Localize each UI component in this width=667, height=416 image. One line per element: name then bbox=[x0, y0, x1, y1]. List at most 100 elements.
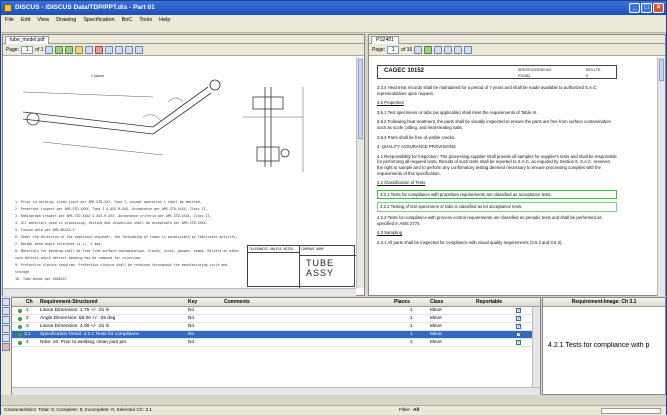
move-up-icon[interactable] bbox=[2, 307, 10, 315]
delete-icon[interactable] bbox=[2, 343, 10, 351]
row-class: Minor bbox=[430, 324, 442, 329]
spec-number-label: SPECIFICATION NO. bbox=[518, 68, 552, 72]
row-ch: 2 bbox=[26, 316, 29, 321]
zoom-in-icon[interactable] bbox=[454, 45, 463, 54]
spec-vscroll[interactable] bbox=[657, 57, 665, 296]
properties-icon[interactable] bbox=[2, 298, 10, 306]
menu-tools[interactable]: Tools bbox=[139, 15, 152, 25]
menu-drawing[interactable]: Drawing bbox=[56, 15, 76, 25]
page-count: of 1 bbox=[35, 46, 44, 53]
row-key: No bbox=[188, 324, 195, 329]
highlighted-requirement[interactable]: 4.2.2 Testing of test specimens or tabs … bbox=[377, 202, 617, 212]
requirement-image-panel: Requirement-Image: Ch 3.1 4.2.1 Tests fo… bbox=[542, 297, 666, 395]
row-places: 1 bbox=[410, 340, 413, 345]
delete-icon[interactable] bbox=[95, 45, 104, 54]
grid-vscroll[interactable] bbox=[532, 307, 540, 387]
page-number-input[interactable]: 1 bbox=[387, 45, 400, 54]
grid-side-toolbar bbox=[1, 297, 11, 395]
pen-icon[interactable] bbox=[85, 45, 94, 54]
add-characteristic-icon[interactable] bbox=[424, 45, 433, 54]
specification-pane: PS2481 Page: 1 of 16 CAGEC 10152 SPECIFI… bbox=[368, 34, 666, 296]
drawing-note: 8. Materials for bending shall be free f… bbox=[15, 249, 240, 260]
maximize-button[interactable]: □ bbox=[641, 3, 652, 13]
requirements-grid[interactable]: Ch Requirement-Structured Key Comments P… bbox=[11, 297, 541, 395]
tolerance-label: TOLERANCES UNLESS NOTED bbox=[248, 246, 299, 253]
spec-heading: 4.3 Sampling bbox=[377, 230, 403, 236]
col-class[interactable]: Class bbox=[430, 298, 443, 307]
balloon-icon[interactable] bbox=[75, 45, 84, 54]
reportable-checkbox[interactable] bbox=[516, 308, 521, 313]
menu-bar: File Edit View Drawing Specification BoC… bbox=[1, 15, 666, 25]
col-reportable[interactable]: Reportable bbox=[476, 298, 502, 307]
col-comments[interactable]: Comments bbox=[224, 298, 250, 307]
drawing-hscroll[interactable] bbox=[3, 288, 356, 296]
reportable-checkbox[interactable] bbox=[516, 340, 521, 345]
fit-width-icon[interactable] bbox=[115, 45, 124, 54]
menu-specification[interactable]: Specification bbox=[83, 15, 114, 25]
row-requirement: Linear Dimension: 1.75 +/- .01 in bbox=[40, 308, 110, 313]
menu-edit[interactable]: Edit bbox=[21, 15, 30, 25]
drawing-pane: tube_model.pdf Page: 1 of 1 2 places 1. … bbox=[2, 34, 365, 296]
table-row[interactable]: 1 Linear Dimension: 1.75 +/- .01 in No 1… bbox=[12, 307, 540, 315]
menu-help[interactable]: Help bbox=[159, 15, 170, 25]
page-number-input[interactable]: 1 bbox=[21, 45, 34, 54]
zoom-in-icon[interactable] bbox=[125, 45, 134, 54]
reportable-checkbox[interactable] bbox=[516, 324, 521, 329]
tab-specification[interactable]: PS2481 bbox=[371, 36, 399, 44]
highlighted-requirement[interactable]: 4.2.1 Tests for compliance with properti… bbox=[377, 189, 617, 200]
select-icon[interactable] bbox=[434, 45, 443, 54]
table-row-selected[interactable]: 3.1 Specification Detail: 4.2.1 Tests fo… bbox=[12, 331, 540, 339]
menu-view[interactable]: View bbox=[37, 15, 49, 25]
title-block: TOLERANCES UNLESS NOTED COMPANY NAME TUB… bbox=[247, 245, 356, 288]
note-icon[interactable] bbox=[65, 45, 74, 54]
col-key[interactable]: Key bbox=[188, 298, 197, 307]
drawing-note: 1. Prior to welding, clean joint per AMS… bbox=[15, 200, 202, 204]
grid-hscroll[interactable] bbox=[12, 387, 540, 395]
close-button[interactable]: × bbox=[653, 3, 664, 13]
fit-page-icon[interactable] bbox=[45, 45, 54, 54]
status-bar: Characteristics: Total: 5; Complete: 5; … bbox=[1, 405, 666, 415]
row-places: 1 bbox=[410, 332, 413, 337]
progress-field bbox=[601, 408, 661, 414]
export-icon[interactable] bbox=[2, 334, 10, 342]
zoom-out-icon[interactable] bbox=[464, 45, 473, 54]
title-bar: DISCUS - /DISCUS Data/TDP/PPT.dis - Part… bbox=[1, 1, 666, 15]
add-characteristic-icon[interactable] bbox=[55, 45, 64, 54]
page-count: of 16 bbox=[401, 46, 413, 53]
bend-callout: 2 places bbox=[91, 74, 104, 78]
rev-label: REV LTR bbox=[586, 68, 601, 72]
fit-page-icon[interactable] bbox=[414, 45, 423, 54]
drawing-note: 5. Fusion weld per AMS-WXXXX-1. bbox=[15, 228, 77, 232]
move-down-icon[interactable] bbox=[2, 316, 10, 324]
reportable-checkbox[interactable] bbox=[516, 332, 521, 337]
row-key: No bbox=[188, 340, 195, 345]
application-window: DISCUS - /DISCUS Data/TDP/PPT.dis - Part… bbox=[0, 0, 667, 415]
grid-view-icon[interactable] bbox=[2, 325, 10, 333]
zoom-out-icon[interactable] bbox=[135, 45, 144, 54]
reportable-checkbox[interactable] bbox=[516, 316, 521, 321]
drawing-vscroll[interactable] bbox=[356, 57, 364, 288]
table-row[interactable]: 3 Linear Dimension: 4.00 +/- .01 in No 1… bbox=[12, 323, 540, 331]
app-icon bbox=[4, 4, 12, 12]
menu-boc[interactable]: BoC bbox=[122, 15, 133, 25]
company-name: COMPANY NAME bbox=[300, 246, 356, 256]
table-row[interactable]: 2 Angle Dimension: 55.00 +/- .05 deg No … bbox=[12, 315, 540, 323]
row-ch: 3.1 bbox=[24, 332, 31, 337]
minimize-button[interactable]: _ bbox=[629, 3, 640, 13]
col-requirement[interactable]: Requirement-Structured bbox=[40, 298, 98, 307]
col-places[interactable]: Places bbox=[394, 298, 410, 307]
menu-file[interactable]: File bbox=[5, 15, 14, 25]
spec-paragraph: 4.1 Responsibility for Inspection: The p… bbox=[377, 153, 617, 176]
fit-width-icon[interactable] bbox=[444, 45, 453, 54]
row-ch: 4 bbox=[26, 340, 29, 345]
drawing-note: 6. Under the direction of the cognizant … bbox=[15, 235, 238, 239]
row-class: Minor bbox=[430, 308, 442, 313]
spec-paragraph: 4. QUALITY ASSURANCE PROVISIONS bbox=[377, 144, 456, 150]
spec-paragraph: 3.3.4 Heat treat records shall be mainta… bbox=[377, 85, 598, 96]
tab-drawing-file[interactable]: tube_model.pdf bbox=[5, 36, 50, 44]
specification-document[interactable]: CAGEC 10152 SPECIFICATION NO. PS2481 REV… bbox=[377, 65, 617, 249]
table-row[interactable]: 4 Note: 10. Prior to welding, clean join… bbox=[12, 339, 540, 347]
col-ch[interactable]: Ch bbox=[26, 298, 33, 307]
select-icon[interactable] bbox=[105, 45, 114, 54]
spec-paragraph: 3.6.2 Following heat treatment, the part… bbox=[377, 119, 611, 130]
